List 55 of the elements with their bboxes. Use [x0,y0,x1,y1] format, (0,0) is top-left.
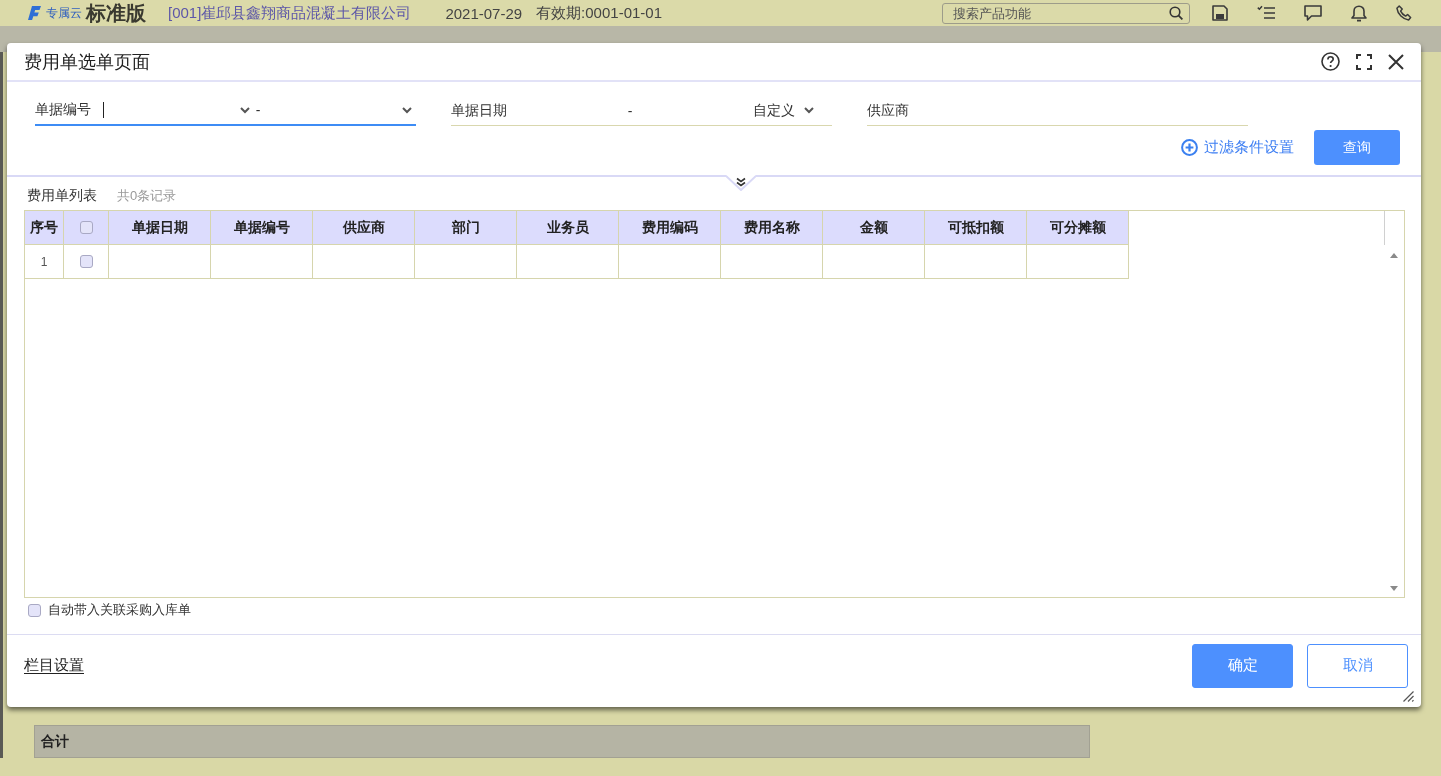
company-name: [001]崔邱县鑫翔商品混凝土有限公司 [168,3,412,23]
date-range-field[interactable]: 单据日期 - 自定义 [451,96,832,126]
column-header: 序号 [25,211,64,245]
range-input-field[interactable]: 单据编号 - [35,96,416,126]
checklist-icon[interactable] [1257,5,1275,21]
input-field[interactable]: 供应商 [867,96,1248,126]
help-icon[interactable] [1321,52,1340,71]
checkbox-label: 自动带入关联采购入库单 [48,601,191,619]
login-date: 2021-07-29 [445,4,523,22]
filter-settings-link[interactable]: 过滤条件设置 [1181,138,1294,157]
chevron-down-icon[interactable] [804,107,814,114]
list-title: 费用单列表 [27,187,97,205]
bell-icon[interactable] [1351,4,1367,22]
summary-bar: 合计 [34,725,1090,758]
brand-tag: 专属云 [46,4,82,22]
range-separator: - [627,102,633,119]
column-header: 单据编号 [211,211,313,245]
preset-dropdown[interactable]: 自定义 [753,101,814,120]
logo-icon [28,6,41,20]
column-header: 金额 [823,211,925,245]
checkbox[interactable] [28,603,41,617]
column-header: 费用名称 [721,211,823,245]
scroll-up-icon[interactable] [1390,253,1398,258]
table-cell: 1 [25,245,64,279]
fullscreen-icon[interactable] [1356,53,1372,70]
column-header: 单据日期 [109,211,211,245]
edition-title: 标准版 [86,0,146,26]
validity-date: 有效期:0001-01-01 [536,3,662,23]
field-label: 单据编号 [35,101,91,119]
plus-circle-icon [1181,139,1198,156]
scroll-down-icon[interactable] [1390,586,1398,591]
column-header: 部门 [415,211,517,245]
chat-bubble-icon[interactable] [1304,5,1322,21]
chevron-down-icon[interactable] [402,106,412,114]
column-header: 供应商 [313,211,415,245]
search-field[interactable]: 搜索产品功能 [942,2,1190,24]
field-label: 供应商 [867,101,909,120]
close-icon[interactable] [1388,53,1404,70]
dialog-title: 费用单选单页面 [24,50,150,74]
phone-icon[interactable] [1396,5,1412,21]
field-label: 单据日期 [451,101,507,120]
column-header: 业务员 [517,211,619,245]
resize-grip-icon[interactable] [1403,691,1414,702]
search-icon[interactable] [1169,5,1183,20]
text-cursor [103,102,104,118]
chevron-down-icon[interactable] [239,106,250,114]
range-separator: - [255,102,261,118]
column-header: 可分摊额 [1027,211,1129,245]
column-settings-link[interactable]: 栏目设置 [24,656,84,675]
column-header: 费用编码 [619,211,721,245]
record-count: 共0条记录 [117,187,177,205]
double-chevron-icon[interactable] [726,175,756,191]
select-all-checkbox[interactable] [79,221,93,234]
row-checkbox[interactable] [79,255,93,268]
column-header: 可抵扣额 [925,211,1027,245]
